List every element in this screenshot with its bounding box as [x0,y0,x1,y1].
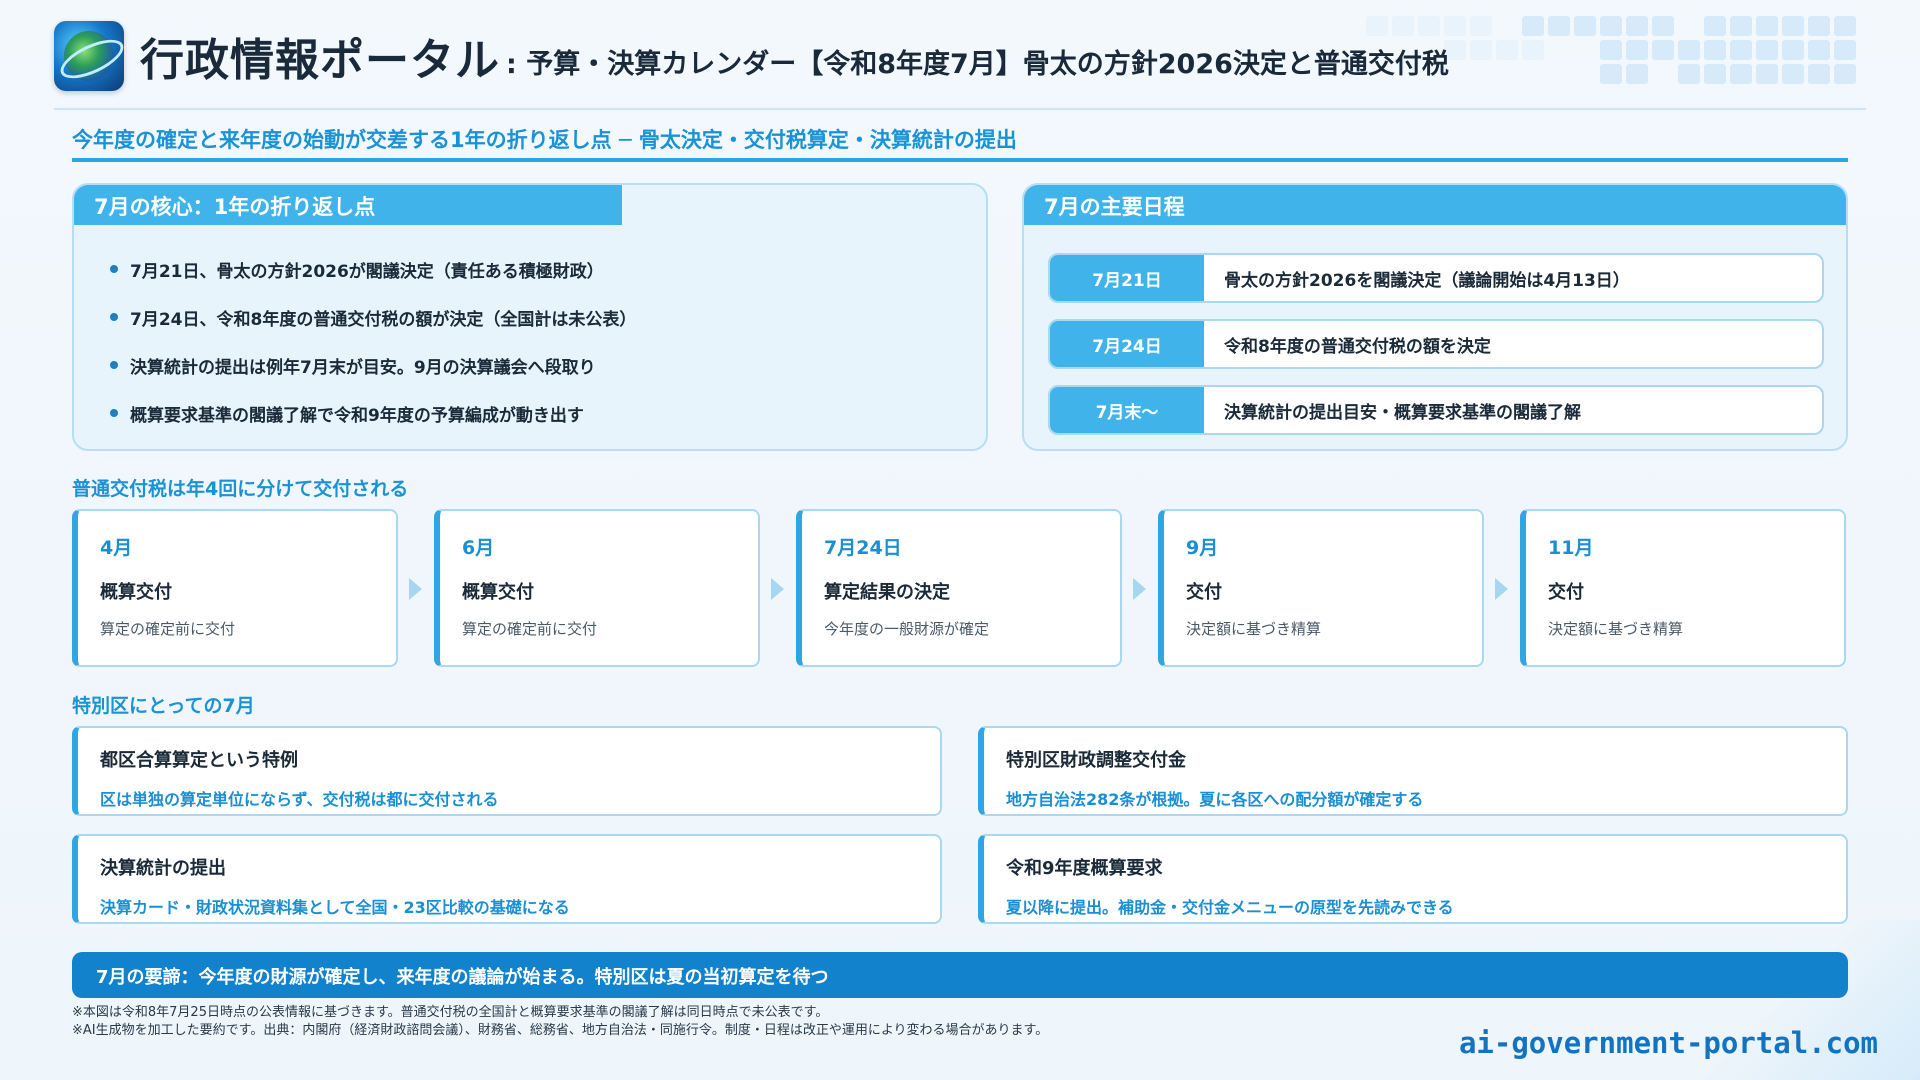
flow-title: 概算交付 [100,582,172,603]
ward-desc: 夏以降に提出。補助金・交付金メニューの原型を先読みできる [1006,898,1454,917]
schedule-text: 骨太の方針2026を閣議決定（議論開始は4月13日） [1224,270,1630,291]
ward-title: 令和9年度概算要求 [1006,858,1163,879]
summary-bar: 7月の要諦：今年度の財源が確定し、来年度の議論が始まる。特別区は夏の当初算定を待… [72,952,1848,998]
bullet-dot-icon [110,313,118,321]
schedule-row: 7月21日 骨太の方針2026を閣議決定（議論開始は4月13日） [1048,253,1824,303]
flow-desc: 決定額に基づき精算 [1186,620,1322,638]
footnote: ※本図は令和8年7月25日時点の公表情報に基づきます。普通交付税の全国計と概算要… [72,1005,829,1020]
arrow-right-icon [1495,578,1508,600]
bullet-text: 決算統計の提出は例年7月末が目安。9月の決算議会へ段取り [130,358,596,378]
ward-title: 決算統計の提出 [100,858,226,879]
footnotes: ※本図は令和8年7月25日時点の公表情報に基づきます。普通交付税の全国計と概算要… [72,1004,1048,1040]
flow-title: 算定結果の決定 [824,582,950,603]
bullet-text: 7月24日、令和8年度の普通交付税の額が決定（全国計は未公表） [130,310,637,330]
ward-card: 都区合算算定という特例 区は単独の算定単位にならず、交付税は都に交付される [72,726,942,816]
tagline-underline [72,158,1848,162]
bullet-text: 概算要求基準の閣議了解で令和9年度の予算編成が動き出す [130,406,584,426]
core-bullet-list: 7月21日、骨太の方針2026が閣議決定（責任ある積極財政） 7月24日、令和8… [110,257,636,449]
schedule-date: 7月24日 [1050,321,1204,367]
schedule-date: 7月21日 [1050,255,1204,301]
flow-card: 9月 交付 決定額に基づき精算 [1158,509,1484,667]
core-panel: 7月の核心：1年の折り返し点 7月21日、骨太の方針2026が閣議決定（責任ある… [72,183,988,451]
ward-title: 都区合算算定という特例 [100,750,298,771]
flow-desc: 算定の確定前に交付 [462,620,598,638]
flow-title: 交付 [1186,582,1222,603]
flow-section-title: 普通交付税は年4回に分けて交付される [72,478,409,500]
flow-month: 11月 [1548,537,1594,559]
arrow-right-icon [409,578,422,600]
bullet-dot-icon [110,361,118,369]
brand-title: 行政情報ポータル [140,35,500,86]
arrow-right-icon [771,578,784,600]
footer-domain-link[interactable]: ai-government-portal.com [1459,1026,1878,1060]
schedule-row: 7月24日 令和8年度の普通交付税の額を決定 [1048,319,1824,369]
flow-month: 7月24日 [824,537,902,559]
arrow-right-icon [1133,578,1146,600]
schedule-heading: 7月の主要日程 [1024,185,1846,225]
flow-card: 4月 概算交付 算定の確定前に交付 [72,509,398,667]
ward-desc: 区は単独の算定単位にならず、交付税は都に交付される [100,790,499,809]
flow-month: 4月 [100,537,133,559]
schedule-text: 令和8年度の普通交付税の額を決定 [1224,336,1491,357]
schedule-date: 7月末〜 [1050,387,1204,433]
globe-logo-icon [54,21,124,91]
ward-title: 特別区財政調整交付金 [1006,750,1186,771]
schedule-row: 7月末〜 決算統計の提出目安・概算要求基準の閣議了解 [1048,385,1824,435]
flow-month: 9月 [1186,537,1219,559]
flow-card: 11月 交付 決定額に基づき精算 [1520,509,1846,667]
flow-desc: 算定の確定前に交付 [100,620,236,638]
footnote: ※AI生成物を加工した要約です。出典：内閣府（経済財政諮問会議）、財務省、総務省… [72,1023,1049,1038]
flow-desc: 今年度の一般財源が確定 [824,620,990,638]
flow-card: 6月 概算交付 算定の確定前に交付 [434,509,760,667]
ward-desc: 決算カード・財政状況資料集として全国・23区比較の基礎になる [100,898,570,917]
flow-title: 交付 [1548,582,1584,603]
list-item: 決算統計の提出は例年7月末が目安。9月の決算議会へ段取り [110,353,636,401]
flow-month: 6月 [462,537,495,559]
list-item: 7月21日、骨太の方針2026が閣議決定（責任ある積極財政） [110,257,636,305]
list-item: 7月24日、令和8年度の普通交付税の額が決定（全国計は未公表） [110,305,636,353]
schedule-panel: 7月の主要日程 7月21日 骨太の方針2026を閣議決定（議論開始は4月13日）… [1022,183,1848,451]
ward-card: 令和9年度概算要求 夏以降に提出。補助金・交付金メニューの原型を先読みできる [978,834,1848,924]
tagline: 今年度の確定と来年度の始動が交差する1年の折り返し点 ─ 骨太決定・交付税算定・… [72,128,1017,152]
ward-desc: 地方自治法282条が根拠。夏に各区への配分額が確定する [1006,790,1424,809]
ward-card: 決算統計の提出 決算カード・財政状況資料集として全国・23区比較の基礎になる [72,834,942,924]
ward-card: 特別区財政調整交付金 地方自治法282条が根拠。夏に各区への配分額が確定する [978,726,1848,816]
page-title: : 予算・決算カレンダー【令和8年度7月】骨太の方針2026決定と普通交付税 [506,48,1449,80]
ward-section-title: 特別区にとっての7月 [72,695,255,717]
bullet-text: 7月21日、骨太の方針2026が閣議決定（責任ある積極財政） [130,262,604,282]
flow-desc: 決定額に基づき精算 [1548,620,1684,638]
list-item: 概算要求基準の閣議了解で令和9年度の予算編成が動き出す [110,401,636,449]
bullet-dot-icon [110,265,118,273]
flow-card: 7月24日 算定結果の決定 今年度の一般財源が確定 [796,509,1122,667]
bullet-dot-icon [110,409,118,417]
schedule-text: 決算統計の提出目安・概算要求基準の閣議了解 [1224,402,1581,423]
core-heading: 7月の核心：1年の折り返し点 [74,185,622,225]
page-header: 行政情報ポータル : 予算・決算カレンダー【令和8年度7月】骨太の方針2026決… [54,20,1449,92]
flow-title: 概算交付 [462,582,534,603]
header-divider [54,108,1866,110]
